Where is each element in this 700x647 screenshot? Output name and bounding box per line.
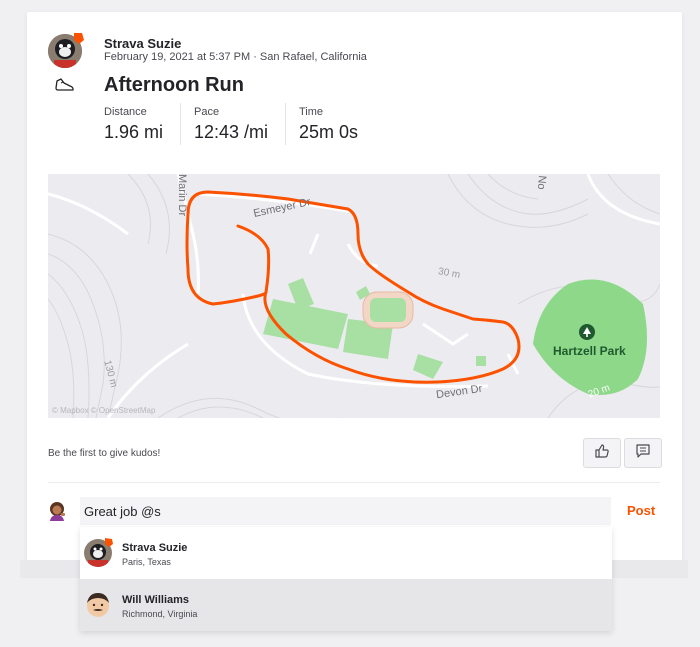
thumbs-up-icon bbox=[594, 443, 610, 464]
stat-pace: Pace 12:43 /mi bbox=[194, 106, 268, 143]
comment-button[interactable] bbox=[624, 438, 662, 468]
section-divider bbox=[48, 482, 660, 483]
mention-location: Paris, Texas bbox=[122, 557, 171, 567]
stat-divider bbox=[285, 103, 286, 145]
stat-time: Time 25m 0s bbox=[299, 106, 358, 143]
activity-date-location: February 19, 2021 at 5:37 PM · San Rafae… bbox=[104, 51, 367, 63]
route-map[interactable]: Marin Dr Esmeyer Dr Devon Dr No 30 m 130… bbox=[48, 174, 660, 418]
mention-avatar bbox=[83, 590, 113, 620]
mention-name: Strava Suzie bbox=[122, 542, 188, 554]
stat-label: Time bbox=[299, 106, 324, 118]
stat-label: Pace bbox=[194, 106, 220, 118]
mention-dropdown: Strava Suzie Paris, Texas Will Williams … bbox=[80, 527, 612, 631]
activity-title[interactable]: Afternoon Run bbox=[104, 74, 244, 97]
stat-value: 1.96 mi bbox=[104, 122, 164, 142]
street-label: No bbox=[534, 174, 548, 191]
map-attribution[interactable]: © Mapbox © OpenStreetMap bbox=[52, 406, 155, 415]
mention-option[interactable]: Will Williams Richmond, Virginia bbox=[80, 579, 612, 631]
mention-option[interactable]: Strava Suzie Paris, Texas bbox=[80, 527, 612, 579]
stat-label: Distance bbox=[104, 106, 147, 118]
street-label: Marin Dr bbox=[176, 174, 188, 217]
comment-input[interactable] bbox=[80, 497, 611, 525]
mention-name: Will Williams bbox=[122, 594, 190, 606]
park-icon bbox=[579, 324, 595, 340]
athlete-avatar[interactable] bbox=[48, 31, 86, 69]
commenter-avatar bbox=[47, 501, 67, 521]
post-button[interactable]: Post bbox=[627, 503, 655, 518]
athlete-name[interactable]: Strava Suzie bbox=[104, 36, 181, 51]
stat-divider bbox=[180, 103, 181, 145]
kudos-prompt: Be the first to give kudos! bbox=[48, 448, 161, 459]
comment-icon bbox=[635, 443, 651, 464]
park-label: Hartzell Park bbox=[553, 344, 626, 358]
stat-value: 25m 0s bbox=[299, 122, 359, 142]
shoe-icon bbox=[55, 77, 75, 93]
mention-location: Richmond, Virginia bbox=[122, 609, 198, 619]
stat-distance: Distance 1.96 mi bbox=[104, 106, 163, 143]
mention-avatar bbox=[83, 538, 113, 568]
stat-value: 12:43 /mi bbox=[194, 122, 269, 142]
kudos-button[interactable] bbox=[583, 438, 621, 468]
